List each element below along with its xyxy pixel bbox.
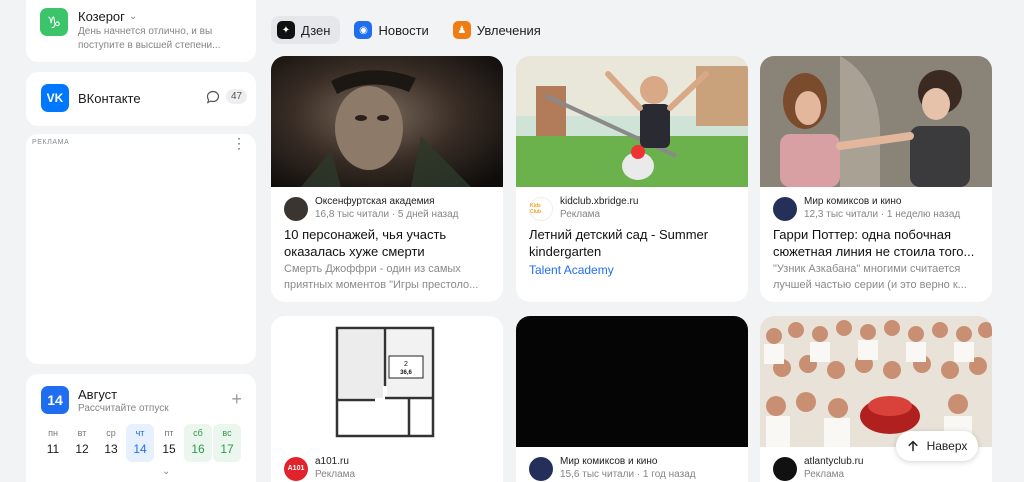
feed-card[interactable]: Мир комиксов и кино 12,3 тыс читали · 1 … <box>760 56 992 302</box>
source-avatar <box>529 456 553 481</box>
weekday-number: 13 <box>104 442 118 456</box>
card-source[interactable]: Оксенфуртская академия 16,8 тыс читали ·… <box>284 196 459 221</box>
card-source[interactable]: Мир комиксов и кино 15,6 тыс читали · 1 … <box>529 456 696 481</box>
source-name: Мир комиксов и кино <box>560 456 658 467</box>
source-avatar <box>773 456 797 481</box>
source-name: atlantyclub.ru <box>804 456 864 467</box>
vk-messages[interactable]: 47 <box>206 89 248 104</box>
ad-marker: Реклама <box>804 469 845 480</box>
weekday-fri[interactable]: пт 15 <box>155 424 183 462</box>
weekday-name: чт <box>135 428 145 438</box>
source-logo: A101 <box>284 456 308 481</box>
card-source[interactable]: Мир комиксов и кино 12,3 тыс читали · 1 … <box>773 196 960 221</box>
weekday-number: 11 <box>46 442 60 456</box>
plan-rooms-label: 2 <box>404 361 408 368</box>
weekday-number: 12 <box>75 442 89 456</box>
card-image <box>516 56 748 187</box>
source-name: Мир комиксов и кино <box>804 196 902 207</box>
ad-block[interactable]: РЕКЛАМА ⋮ <box>26 134 256 364</box>
calendar-widget[interactable]: 14 Август Рассчитайте отпуск + пн 11 вт 12… <box>26 374 256 482</box>
feed-card[interactable]: Kids Club kidclub.xbridge.ru Реклама Лет… <box>516 56 748 302</box>
scroll-top-button[interactable]: Наверх <box>896 431 978 461</box>
card-title[interactable]: Летний детский сад - Summer kindergarten <box>529 226 737 260</box>
feed-card[interactable]: Мир комиксов и кино 15,6 тыс читали · 1 … <box>516 316 748 482</box>
weekday-name: пн <box>48 428 58 438</box>
ad-link[interactable]: Talent Academy <box>529 263 614 277</box>
tab-news[interactable]: ◉ Новости <box>348 16 438 44</box>
add-icon[interactable]: + <box>231 390 242 408</box>
feed-tabs: ✦ Дзен ◉ Новости ♟ Увлечения <box>271 16 551 44</box>
source-avatar <box>284 196 308 221</box>
weekday-thu-today[interactable]: чт 14 <box>126 424 154 462</box>
source-meta: 16,8 тыс читали · 5 дней назад <box>315 209 459 220</box>
weekday-number: 15 <box>162 442 176 456</box>
weekday-mon[interactable]: пн 11 <box>39 424 67 462</box>
card-snippet: Смерть Джоффри - один из самых приятных … <box>284 263 479 291</box>
tab-zen[interactable]: ✦ Дзен <box>271 16 341 44</box>
weekday-name: вс <box>222 428 232 438</box>
feed-card[interactable]: Оксенфуртская академия 16,8 тыс читали ·… <box>271 56 503 302</box>
weekday-name: сб <box>193 428 203 438</box>
card-source[interactable]: Kids Club kidclub.xbridge.ru Реклама <box>529 196 638 221</box>
calendar-date-badge: 14 <box>41 386 69 414</box>
tab-label: Увлечения <box>476 22 541 38</box>
feed-card[interactable]: 2 36,6 A101 a101.ru Реклама <box>271 316 503 482</box>
card-title[interactable]: 10 персонажей, чья участь оказалась хуже… <box>284 226 492 260</box>
weekday-wed[interactable]: ср 13 <box>97 424 125 462</box>
horoscope-widget[interactable]: ♑ Козерог ⌄ День начнется отлично, и вы … <box>26 0 256 62</box>
card-source[interactable]: atlantyclub.ru Реклама <box>773 456 863 481</box>
arrow-up-icon <box>908 440 918 452</box>
capricorn-icon: ♑ <box>40 8 68 36</box>
ad-marker: Реклама <box>560 209 601 220</box>
weekday-number: 16 <box>191 442 205 456</box>
source-logo: Kids Club <box>529 196 553 221</box>
source-name: kidclub.xbridge.ru <box>560 196 639 207</box>
vk-title: ВКонтакте <box>78 91 141 106</box>
message-icon <box>206 90 220 104</box>
news-icon: ◉ <box>354 21 373 39</box>
weekday-name: ср <box>106 428 116 438</box>
weekday-name: вт <box>77 428 87 438</box>
card-image <box>516 316 748 447</box>
tab-hobbies[interactable]: ♟ Увлечения <box>447 16 551 44</box>
more-options-icon[interactable]: ⋮ <box>232 136 246 150</box>
card-source[interactable]: A101 a101.ru Реклама <box>284 456 355 481</box>
ad-marker: Реклама <box>315 469 356 480</box>
source-meta: 15,6 тыс читали · 1 год назад <box>560 469 696 480</box>
source-meta: 12,3 тыс читали · 1 неделю назад <box>804 209 961 220</box>
scroll-top-label: Наверх <box>926 439 968 453</box>
messages-count-badge: 47 <box>226 89 248 104</box>
weekday-tue[interactable]: вт 12 <box>68 424 96 462</box>
card-snippet: "Узник Азкабана" многими считается лучше… <box>773 263 967 291</box>
chevron-down-icon[interactable]: ⌄ <box>129 11 137 22</box>
card-title[interactable]: Гарри Поттер: одна побочная сюжетная лин… <box>773 226 981 260</box>
source-name: Оксенфуртская академия <box>315 196 435 207</box>
weekday-name: пт <box>164 428 174 438</box>
horoscope-sign[interactable]: Козерог <box>78 9 125 24</box>
tab-label: Дзен <box>301 22 331 38</box>
weekday-sat[interactable]: сб 16 <box>184 424 212 462</box>
vk-logo-icon: VK <box>41 84 69 112</box>
expand-icon[interactable]: ⌄ <box>162 466 170 477</box>
hobbies-icon: ♟ <box>452 21 471 39</box>
vk-widget[interactable]: VK ВКонтакте 47 <box>26 72 256 126</box>
card-image <box>760 56 992 187</box>
plan-area-label: 36,6 <box>400 370 412 376</box>
weekday-number: 14 <box>133 442 147 456</box>
tab-label: Новости <box>378 22 429 38</box>
horoscope-text: День начнется отлично, и вы поступите в … <box>78 26 221 51</box>
card-image <box>271 56 503 187</box>
source-avatar <box>773 196 797 221</box>
floorplan-image: 2 36,6 <box>271 316 503 447</box>
ad-label: РЕКЛАМА <box>32 139 70 146</box>
calendar-subtitle[interactable]: Рассчитайте отпуск <box>78 403 169 414</box>
calendar-month: Август <box>78 387 118 402</box>
weekday-number: 17 <box>220 442 234 456</box>
zen-icon: ✦ <box>277 21 295 39</box>
source-name: a101.ru <box>315 456 349 467</box>
week-strip: пн 11 вт 12 ср 13 чт 14 пт 15 сб 16 вс 17 <box>39 424 241 462</box>
card-image <box>760 316 992 447</box>
weekday-sun[interactable]: вс 17 <box>213 424 241 462</box>
